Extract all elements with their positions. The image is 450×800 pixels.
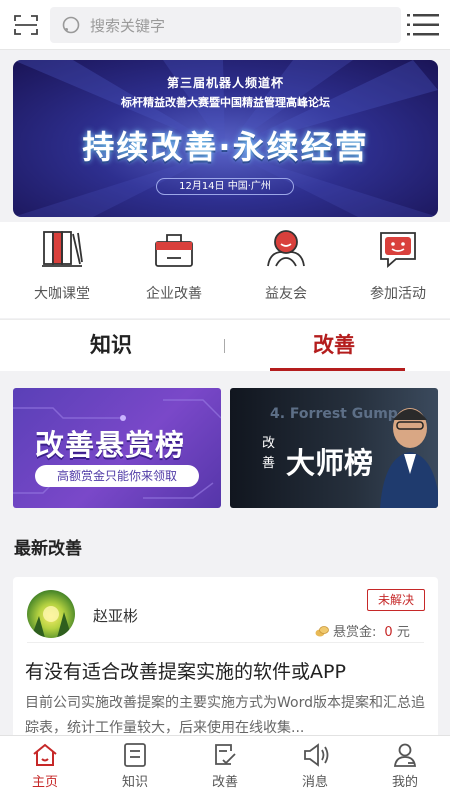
quick-nav-label: 益友会 [265,286,307,302]
chat-smile-icon [380,232,416,268]
quick-nav-label: 参加活动 [370,286,426,302]
bottom-nav-label: 我的 [391,775,418,790]
bottom-nav-label: 改善 [211,775,238,790]
bottom-nav-profile[interactable]: 我的 [360,742,450,790]
event-banner[interactable]: 第三届机器人频道杯 标杆精益改善大赛暨中国精益管理高峰论坛 持续改善·永续经营 … [13,60,438,217]
master-board-bg-text: 4. Forrest Gump [270,406,398,422]
banner-line-1: 第三届机器人频道杯 [166,76,284,90]
search-icon [62,16,80,34]
top-bar: 搜索关键字 [0,0,450,50]
friends-icon [267,230,305,267]
master-board-card[interactable]: 4. Forrest Gump 改善 大师榜 [230,388,438,508]
content-tabs: 知识 改善 [0,319,450,371]
divider [27,642,424,643]
quick-nav-events[interactable]: 参加活动 [342,228,450,314]
tab-improvement[interactable]: 改善 [313,329,355,359]
reward-board-card[interactable]: 改善悬赏榜 高额赏金只能你来领取 [13,388,221,508]
books-icon [42,231,83,267]
tab-knowledge[interactable]: 知识 [90,329,132,359]
briefcase-icon [155,234,193,267]
reward-label: 悬赏金: [333,625,377,640]
banner-date-location: 12月14日 中国·广州 [156,178,294,195]
quick-nav-label: 企业改善 [146,286,202,302]
coin-icon [315,626,329,637]
quick-nav-label: 大咖课堂 [34,286,90,302]
bottom-nav-messages[interactable]: 消息 [270,742,360,790]
status-badge: 未解决 [367,589,425,611]
quick-nav: 大咖课堂 企业改善 益友会 参加活动 [0,222,450,318]
search-input[interactable]: 搜索关键字 [50,7,401,43]
speaker-photo [380,408,438,508]
quick-nav-friends[interactable]: 益友会 [230,228,342,314]
user-icon [393,743,417,767]
quick-nav-enterprise[interactable]: 企业改善 [118,228,230,314]
speaker-icon [304,743,329,767]
reward-board-title: 改善悬赏榜 [35,428,186,462]
post-excerpt: 目前公司实施改善提案的主要实施方式为Word版本提案和汇总追踪表，统计工作量较大… [25,695,425,736]
edit-icon [215,744,236,765]
section-title: 最新改善 [14,539,82,559]
bottom-nav-knowledge[interactable]: 知识 [90,742,180,790]
menu-icon[interactable] [407,13,439,37]
avatar-forest-image [31,606,72,638]
banner-line-2: 标杆精益改善大赛暨中国精益管理高峰论坛 [121,96,330,109]
reward-info: 悬赏金: 0 元 [315,621,410,640]
banner-headline: 持续改善·永续经营 [82,128,369,166]
bottom-nav-label: 主页 [31,775,58,790]
reward-unit: 元 [396,625,410,640]
home-icon [33,743,57,766]
bottom-nav-home[interactable]: 主页 [0,742,90,790]
quick-nav-classroom[interactable]: 大咖课堂 [6,228,118,314]
bottom-nav-label: 消息 [301,775,328,790]
active-tab-indicator [270,368,405,371]
search-placeholder: 搜索关键字 [90,17,166,35]
reward-board-subtitle: 高额赏金只能你来领取 [35,465,199,487]
book-icon [124,743,146,767]
post-title[interactable]: 有没有适合改善提案实施的软件或APP [25,657,346,684]
bottom-nav: 主页 知识 改善 消息 我的 [0,735,450,800]
tab-divider [224,339,225,353]
reward-amount: 0 [384,625,393,640]
scan-icon[interactable] [14,14,38,36]
master-board-small-label: 改善 [262,436,276,471]
bottom-nav-improvement[interactable]: 改善 [180,742,270,790]
bottom-nav-label: 知识 [121,775,148,790]
post-card[interactable]: 赵亚彬 未解决 悬赏金: 0 元 有没有适合改善提案实施的软件或APP 目前公司实… [13,577,438,740]
post-username[interactable]: 赵亚彬 [93,605,138,626]
avatar[interactable] [27,590,75,638]
master-board-title: 大师榜 [286,446,374,480]
